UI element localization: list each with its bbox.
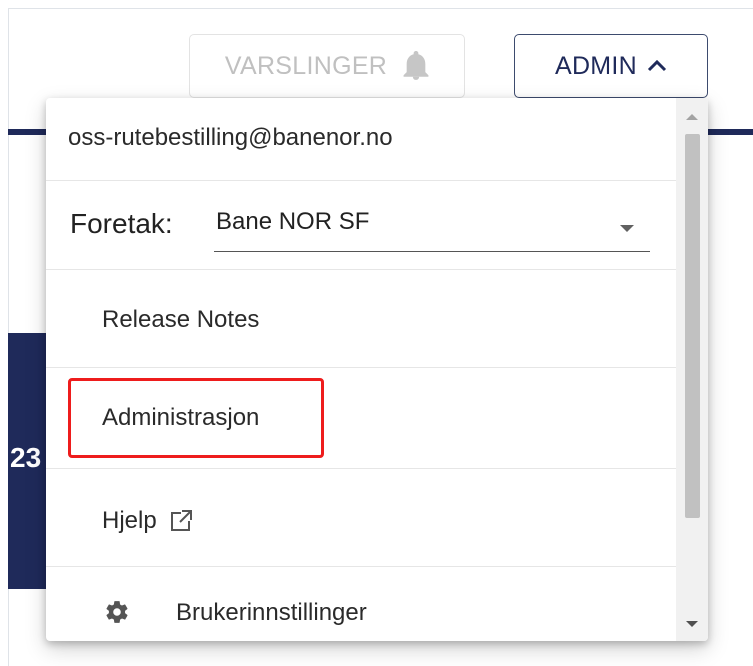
- company-selected-value: Bane NOR SF: [216, 208, 370, 235]
- admin-dropdown-menu: oss-rutebestilling@banenor.no Foretak: B…: [46, 98, 708, 641]
- menu-scrollbar[interactable]: [676, 98, 708, 641]
- notifications-label: VARSLINGER: [224, 51, 388, 80]
- menu-item-user-settings[interactable]: Brukerinnstillinger: [46, 567, 676, 641]
- user-email-row: oss-rutebestilling@banenor.no: [46, 98, 676, 181]
- menu-item-release-notes[interactable]: Release Notes: [46, 270, 676, 368]
- company-row: Foretak: Bane NOR SF: [46, 181, 676, 270]
- menu-item-administrasjon[interactable]: Administrasjon: [46, 368, 676, 469]
- scroll-thumb[interactable]: [685, 134, 700, 518]
- user-email: oss-rutebestilling@banenor.no: [68, 124, 393, 151]
- card-number: 23: [10, 442, 42, 473]
- admin-menu-button[interactable]: ADMIN: [514, 34, 708, 98]
- external-link-icon: [170, 510, 193, 531]
- gear-icon: [106, 601, 128, 623]
- menu-item-label: Administrasjon: [102, 404, 260, 431]
- notifications-button[interactable]: VARSLINGER: [189, 34, 465, 98]
- company-select[interactable]: Bane NOR SF: [214, 199, 650, 252]
- menu-item-label: Hjelp: [102, 507, 157, 534]
- menu-item-label: Brukerinnstillinger: [176, 599, 367, 626]
- company-label: Foretak:: [70, 208, 173, 239]
- menu-item-label: Release Notes: [102, 306, 260, 333]
- admin-label: ADMIN: [554, 51, 638, 80]
- caret-down-icon: [620, 225, 634, 232]
- bell-icon: [403, 51, 429, 80]
- scroll-up-icon[interactable]: [686, 114, 698, 120]
- chevron-up-icon: [647, 59, 667, 72]
- scroll-down-icon[interactable]: [686, 621, 698, 627]
- menu-item-help[interactable]: Hjelp: [46, 469, 676, 567]
